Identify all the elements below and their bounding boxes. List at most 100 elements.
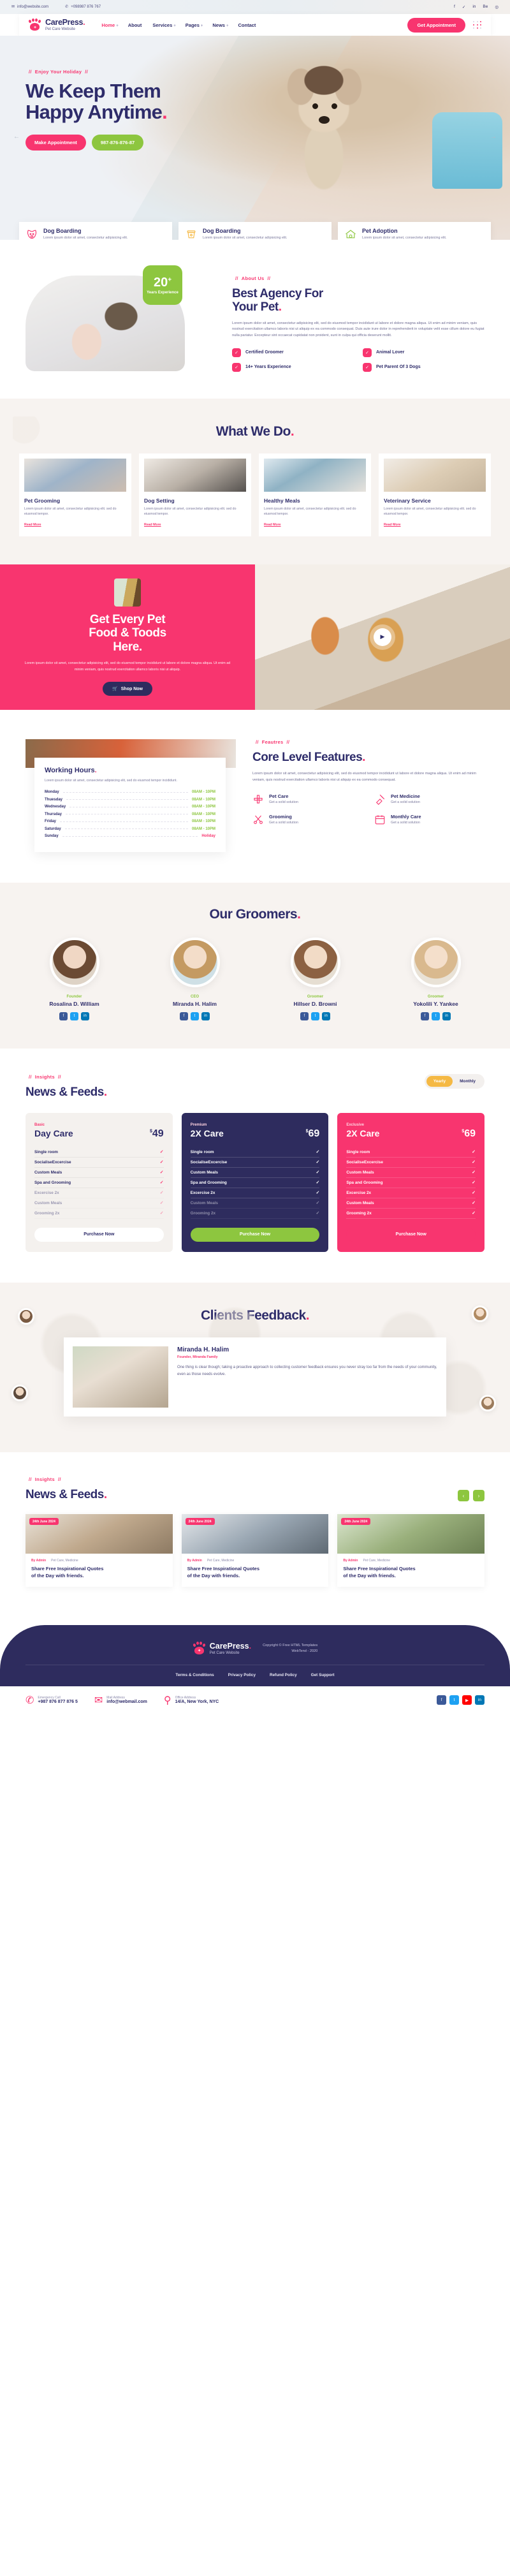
groomer-name: Rosalina D. William: [49, 1000, 99, 1007]
facebook-icon[interactable]: f: [180, 1012, 188, 1020]
core-item[interactable]: Grooming Get a solid solution: [252, 814, 363, 825]
hero-next-arrow-icon[interactable]: →: [488, 131, 499, 142]
purchase-button[interactable]: Purchase Now: [190, 1227, 320, 1242]
footer-contact-address[interactable]: ⚲ Office Address 14/A, New York, NYC: [164, 1694, 219, 1707]
twitter-icon[interactable]: t: [311, 1012, 319, 1020]
plan-features: Single room ✓ SocialiseExcercise ✓ Custom …: [190, 1147, 320, 1219]
core-item[interactable]: Pet Medicine Get a solid solution: [374, 793, 484, 806]
play-icon[interactable]: ▶: [374, 628, 391, 646]
check-icon: ✓: [316, 1181, 320, 1186]
nav-item-services[interactable]: Services +: [152, 22, 175, 28]
get-appointment-button[interactable]: Get Appointment: [407, 17, 465, 33]
service-read-more-link[interactable]: Read More: [264, 523, 281, 527]
hero-card[interactable]: Dog Boarding Lorem ipsum dolor sit amet,…: [19, 221, 172, 240]
plan-feature: Custom Meals ✓: [190, 1198, 320, 1209]
service-card[interactable]: Healthy Meals Lorem ipsum dolor sit amet…: [259, 453, 371, 536]
footer-link-refund[interactable]: Refund Policy: [270, 1673, 297, 1677]
check-icon: ✓: [472, 1150, 476, 1155]
facebook-icon[interactable]: f: [59, 1012, 68, 1020]
grooming-scissors-icon: [254, 815, 263, 825]
nav-item-news[interactable]: News +: [212, 22, 228, 28]
behance-icon[interactable]: Be: [483, 4, 488, 10]
purchase-button[interactable]: Purchase Now: [34, 1227, 164, 1242]
hero-phone-button[interactable]: 987-876-876-87: [91, 134, 144, 151]
twitter-icon[interactable]: t: [191, 1012, 199, 1020]
linkedin-icon[interactable]: in: [472, 4, 476, 10]
twitter-icon[interactable]: ✓: [462, 4, 465, 10]
footer-link-privacy[interactable]: Privacy Policy: [228, 1673, 256, 1677]
news-date-badge: 24th June 2024: [29, 1518, 59, 1526]
pet-food-bowl-icon: [187, 230, 196, 239]
check-icon: ✓: [316, 1160, 320, 1165]
footer-contact-mail[interactable]: ✉ Mail Address info@webmail.com: [94, 1694, 147, 1707]
core-item[interactable]: Pet Care Get a solid solution: [252, 793, 363, 805]
service-card[interactable]: Dog Setting Lorem ipsum dolor sit amet, …: [139, 453, 251, 536]
plan-feature: Spa and Grooming ✓: [346, 1178, 476, 1188]
footer-brand[interactable]: + CarePress. Pet Care Website: [193, 1642, 251, 1656]
news-card[interactable]: 24th June 2024 By Admin Pet Care, Medicin…: [337, 1514, 484, 1587]
topbar-email-text: info@website.com: [17, 5, 49, 9]
linkedin-icon[interactable]: in: [201, 1012, 210, 1020]
dribbble-icon[interactable]: ◎: [495, 4, 499, 10]
services-title: What We Do: [215, 423, 291, 439]
plan-price: 69: [308, 1128, 320, 1139]
groomer-card[interactable]: Groomer Yokolili Y. Yankee f t in: [381, 937, 491, 1020]
promo-video[interactable]: ▶: [255, 564, 510, 710]
footer-link-terms[interactable]: Terms & Conditions: [175, 1673, 214, 1677]
footer-contact-phone[interactable]: ✆ Emergency Call +987 876 877 876 5: [26, 1694, 78, 1707]
hero-buttons: Make Appointment 987-876-876-87: [26, 134, 510, 151]
core-item[interactable]: Monthly Care Get a solid solution: [374, 814, 484, 825]
brand-logo[interactable]: + CarePress. Pet Care Website: [28, 18, 85, 32]
service-card[interactable]: Veterinary Service Lorem ipsum dolor sit…: [379, 453, 491, 536]
nav-item-home[interactable]: Home +: [101, 22, 118, 28]
facebook-icon[interactable]: f: [421, 1012, 429, 1020]
facebook-icon[interactable]: f: [454, 4, 455, 10]
working-hours-card: Working Hours. Lorem ipsum dolor sit ame…: [34, 758, 226, 852]
news-title-text: Share Free Inspirational Quotes of the Da…: [343, 1566, 416, 1579]
groomer-name: Yokolili Y. Yankee: [413, 1000, 458, 1007]
nav-item-about[interactable]: About: [128, 22, 143, 28]
make-appointment-button[interactable]: Make Appointment: [26, 134, 86, 151]
shop-now-button[interactable]: 🛒 Shop Now: [103, 682, 152, 696]
toggle-yearly[interactable]: Yearly: [426, 1075, 453, 1087]
pricing-card-basic: Basic Day Care $49 Single room ✓ Socialis…: [26, 1112, 173, 1252]
groomer-card[interactable]: CEO Miranda H. Halim f t in: [140, 937, 250, 1020]
linkedin-icon[interactable]: in: [81, 1012, 89, 1020]
groomer-card[interactable]: Groomer Hillser D. Browni f t in: [260, 937, 370, 1020]
footer-link-support[interactable]: Get Support: [311, 1673, 335, 1677]
news-card[interactable]: 24th June 2024 By Admin Pet Care, Medicin…: [26, 1514, 173, 1587]
hero-card[interactable]: Dog Boarding Lorem ipsum dolor sit amet,…: [178, 221, 332, 240]
nav-item-contact[interactable]: Contact: [238, 22, 258, 28]
nav-item-pages[interactable]: Pages +: [186, 22, 203, 28]
linkedin-icon[interactable]: in: [322, 1012, 330, 1020]
news-next-icon[interactable]: ›: [473, 1490, 484, 1502]
plan-feature: Grooming 2x ✓: [190, 1209, 320, 1219]
service-read-more-link[interactable]: Read More: [384, 523, 401, 527]
news-card[interactable]: 24th June 2024 By Admin Pet Care, Medicin…: [181, 1514, 329, 1587]
twitter-icon[interactable]: t: [70, 1012, 78, 1020]
news-prev-icon[interactable]: ‹: [458, 1490, 469, 1502]
twitter-icon[interactable]: t: [449, 1695, 459, 1705]
groomer-socials: f t in: [19, 1012, 129, 1020]
linkedin-icon[interactable]: in: [442, 1012, 451, 1020]
service-card[interactable]: Pet Grooming Lorem ipsum dolor sit amet,…: [19, 453, 131, 536]
facebook-icon[interactable]: f: [300, 1012, 309, 1020]
youtube-icon[interactable]: ▶: [462, 1695, 472, 1705]
linkedin-icon[interactable]: in: [475, 1695, 484, 1705]
hero-card[interactable]: Pet Adoption Lorem ipsum dolor sit amet,…: [338, 221, 491, 240]
service-read-more-link[interactable]: Read More: [144, 523, 161, 527]
twitter-icon[interactable]: t: [432, 1012, 440, 1020]
avatar: [170, 937, 220, 987]
groomer-card[interactable]: Founder Rosalina D. William f t in: [19, 937, 129, 1020]
news-title-text: Share Free Inspirational Quotes of the Da…: [187, 1566, 260, 1579]
toggle-monthly[interactable]: Monthly: [453, 1076, 483, 1087]
purchase-button[interactable]: Purchase Now: [346, 1227, 476, 1242]
topbar-phone[interactable]: ✆ +098987 876 767: [65, 5, 101, 9]
avatar: [18, 1307, 34, 1325]
topbar-email[interactable]: ✉ info@website.com: [11, 5, 48, 9]
facebook-icon[interactable]: f: [437, 1695, 446, 1705]
service-read-more-link[interactable]: Read More: [24, 523, 41, 527]
news-grid: 24th June 2024 By Admin Pet Care, Medicin…: [26, 1514, 484, 1587]
menu-grid-icon[interactable]: [473, 21, 482, 29]
hero-prev-arrow-icon[interactable]: ←: [11, 131, 22, 142]
